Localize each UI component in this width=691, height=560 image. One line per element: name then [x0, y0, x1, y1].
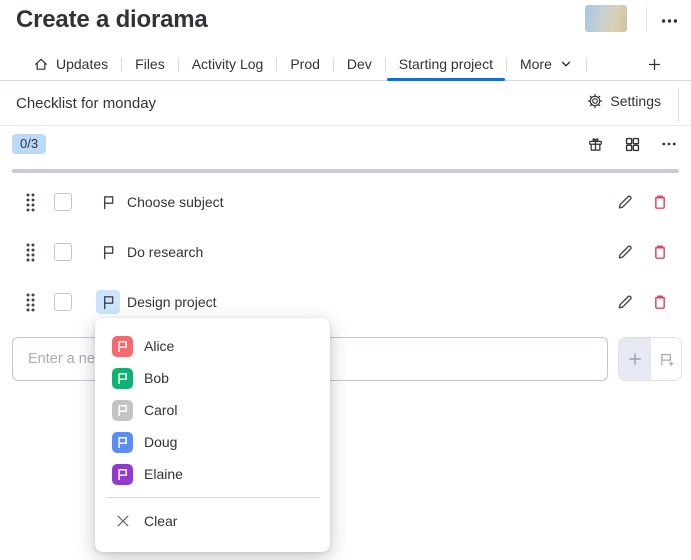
tab-dev[interactable]: Dev	[334, 48, 385, 80]
flag-option-label: Bob	[144, 370, 169, 386]
tab-label: Prod	[290, 56, 320, 72]
tab-label: Starting project	[399, 56, 493, 72]
progress-count-badge: 0/3	[12, 134, 46, 154]
delete-item-button[interactable]	[650, 293, 669, 312]
grid-icon	[624, 136, 641, 153]
gift-icon	[587, 136, 604, 153]
menu-divider	[105, 497, 320, 498]
item-checkbox[interactable]	[54, 243, 72, 261]
tab-label: Files	[135, 56, 165, 72]
pencil-icon	[616, 293, 634, 311]
checklist-menu-button[interactable]	[659, 134, 679, 154]
flag-badge-icon	[112, 432, 133, 453]
flag-option-label: Alice	[144, 338, 174, 354]
tab-separator	[586, 57, 587, 72]
tab-bar: Updates Files Activity Log Prod Dev Star…	[0, 48, 691, 81]
flag-option-label: Doug	[144, 434, 177, 450]
close-icon	[112, 513, 133, 529]
drag-handle[interactable]	[24, 242, 37, 263]
edit-item-button[interactable]	[615, 243, 634, 262]
item-flag-button[interactable]	[96, 240, 120, 264]
tab-more[interactable]: More	[507, 48, 586, 80]
tab-prod[interactable]: Prod	[277, 48, 333, 80]
drag-handle[interactable]	[24, 192, 37, 213]
clear-label: Clear	[144, 513, 177, 529]
tab-activity-log[interactable]: Activity Log	[179, 48, 277, 80]
item-label: Design project	[127, 294, 217, 310]
avatar[interactable]	[585, 5, 627, 32]
flag-badge-icon	[112, 464, 133, 485]
settings-label: Settings	[610, 93, 661, 109]
item-label: Choose subject	[127, 194, 224, 210]
settings-button[interactable]: Settings	[587, 93, 661, 109]
item-checkbox[interactable]	[54, 293, 72, 311]
checklist-item-row: Do research	[0, 227, 691, 277]
flag-badge-icon	[112, 336, 133, 357]
plus-icon	[627, 351, 643, 367]
home-icon	[33, 56, 49, 72]
flag-icon	[100, 244, 117, 261]
item-label: Do research	[127, 244, 203, 260]
add-item-button[interactable]	[619, 338, 650, 380]
add-tab-button[interactable]	[641, 51, 667, 77]
tab-starting-project[interactable]: Starting project	[386, 48, 506, 80]
gear-icon	[587, 93, 603, 109]
drag-handle[interactable]	[24, 292, 37, 313]
flag-option-carol[interactable]: Carol	[95, 394, 330, 426]
flag-option-alice[interactable]: Alice	[95, 330, 330, 362]
tab-label: Dev	[347, 56, 372, 72]
trash-icon	[651, 293, 669, 311]
ellipsis-icon	[661, 136, 677, 152]
edit-item-button[interactable]	[615, 293, 634, 312]
item-flag-button[interactable]	[96, 290, 120, 314]
tab-label: More	[520, 56, 552, 72]
flag-option-bob[interactable]: Bob	[95, 362, 330, 394]
chevron-down-icon	[559, 57, 573, 71]
board-view: Create a diorama Updates Files Activity …	[0, 0, 691, 560]
gift-button[interactable]	[585, 134, 605, 154]
flag-icon	[100, 194, 117, 211]
progress-bar	[12, 169, 679, 173]
flag-plus-icon	[658, 351, 675, 368]
plus-icon	[647, 57, 662, 72]
delete-item-button[interactable]	[650, 193, 669, 212]
widget-title: Checklist for monday	[16, 95, 156, 112]
tab-files[interactable]: Files	[122, 48, 178, 80]
tab-updates[interactable]: Updates	[20, 48, 121, 80]
header-divider	[646, 7, 647, 32]
trash-icon	[651, 243, 669, 261]
checklist: Choose subject	[0, 177, 691, 327]
flag-option-elaine[interactable]: Elaine	[95, 458, 330, 490]
pencil-icon	[616, 193, 634, 211]
flag-option-doug[interactable]: Doug	[95, 426, 330, 458]
pencil-icon	[616, 243, 634, 261]
trash-icon	[651, 193, 669, 211]
tab-label: Activity Log	[192, 56, 264, 72]
flag-option-label: Elaine	[144, 466, 183, 482]
delete-item-button[interactable]	[650, 243, 669, 262]
layout-button[interactable]	[622, 134, 642, 154]
add-item-flag-button[interactable]	[650, 338, 681, 380]
flag-badge-icon	[112, 368, 133, 389]
edit-item-button[interactable]	[615, 193, 634, 212]
flag-icon	[100, 294, 117, 311]
flag-assignee-menu: Alice Bob Carol Doug Elaine	[95, 318, 330, 552]
page-title: Create a diorama	[16, 6, 208, 34]
panel-divider	[678, 88, 679, 122]
tab-label: Updates	[56, 56, 108, 72]
item-checkbox[interactable]	[54, 193, 72, 211]
checklist-toolbar: 0/3	[0, 128, 691, 166]
checklist-item-row: Choose subject	[0, 177, 691, 227]
flag-option-label: Carol	[144, 402, 177, 418]
new-item-actions	[618, 337, 682, 381]
clear-flag-button[interactable]: Clear	[95, 505, 330, 537]
flag-badge-icon	[112, 400, 133, 421]
item-flag-button[interactable]	[96, 190, 120, 214]
header-menu-button[interactable]	[652, 8, 686, 34]
ellipsis-icon	[661, 13, 678, 29]
widget-header: Checklist for monday Settings	[0, 82, 691, 126]
